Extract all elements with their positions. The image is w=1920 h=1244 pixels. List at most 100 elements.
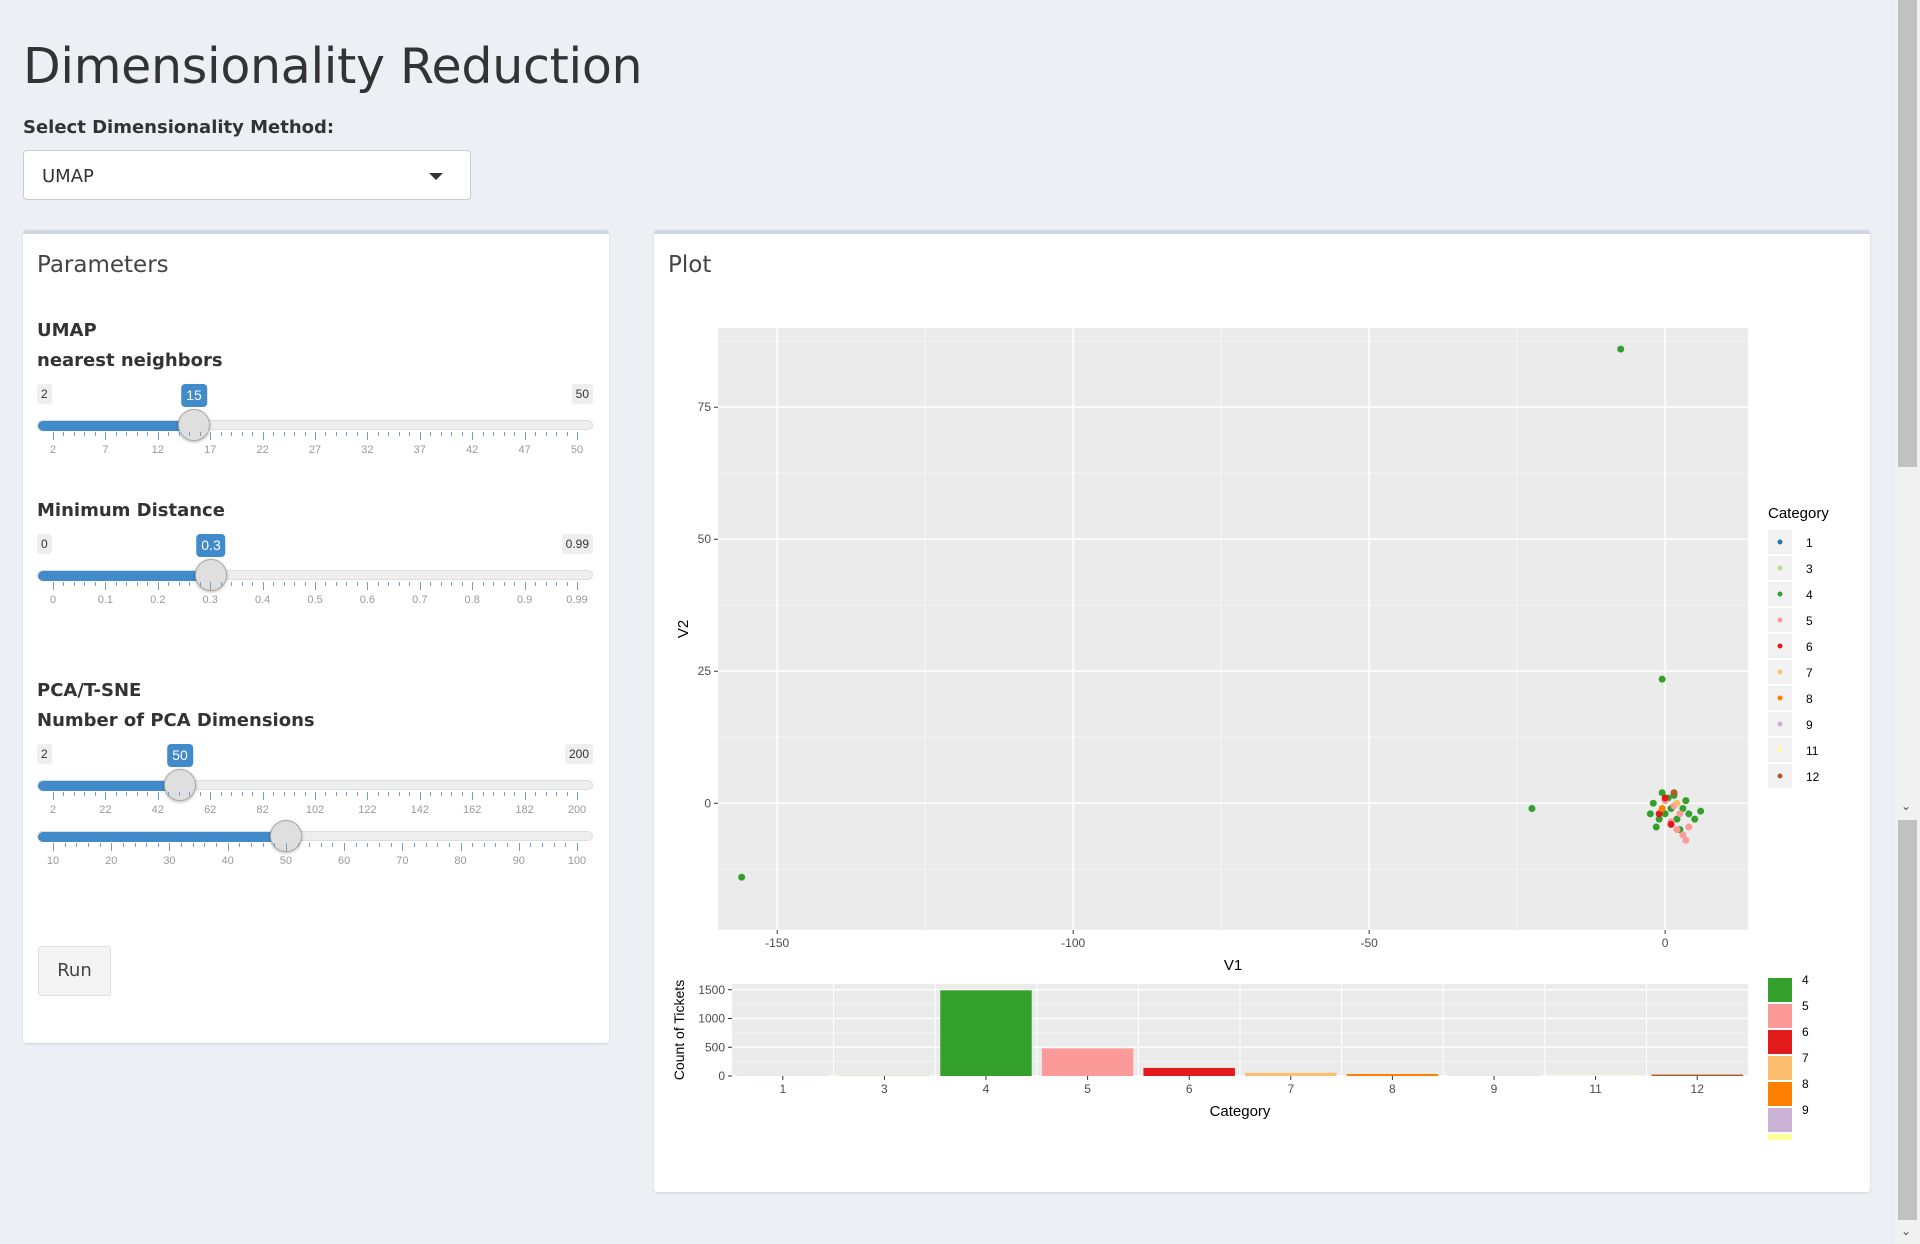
bar-legend-label: 7 xyxy=(1802,1051,1809,1065)
plot-panel: Plot -150 -100 -50 0 0 25 50 75 V1 V2 Category 1 3 4 5… xyxy=(654,230,1870,1192)
slider-handle[interactable] xyxy=(164,769,196,801)
slider-tick-label: 32 xyxy=(361,444,374,456)
slider-minor-tick xyxy=(168,432,170,436)
slider-tick-label: 2 xyxy=(49,804,57,816)
bar xyxy=(940,990,1032,1076)
legend-key xyxy=(1777,643,1783,649)
slider-handle[interactable] xyxy=(178,409,210,441)
slider-fill xyxy=(38,781,181,791)
slider-major-tick xyxy=(419,582,421,590)
bar-legend-key xyxy=(1768,1004,1792,1028)
slider-minor-tick xyxy=(388,582,390,586)
nearest-neighbors-slider[interactable]: 2 50 15 2 7 12 17 22 27 32 37 42 47 50 xyxy=(37,384,593,456)
bar-legend-key xyxy=(1768,1056,1792,1080)
legend-label: 4 xyxy=(1806,588,1813,602)
slider-minor-tick xyxy=(461,582,463,586)
slider-minor-tick xyxy=(483,843,485,847)
slider-minor-tick xyxy=(379,843,381,847)
pca-dims-slider[interactable]: 2 200 50 2 22 42 62 82 102 122 142 162 182 200 xyxy=(37,744,593,816)
scatter-point xyxy=(1652,823,1660,831)
scroll-bottom-arrow-icon[interactable]: ⌄ xyxy=(1901,1225,1911,1237)
slider-minor-tick xyxy=(178,432,180,436)
slider-major-tick xyxy=(105,792,107,800)
run-button[interactable]: Run xyxy=(38,946,111,996)
legend-key xyxy=(1777,539,1783,545)
slider-minor-tick xyxy=(250,843,252,847)
slider-tick-label: 0.7 xyxy=(412,594,428,606)
slider-major-tick xyxy=(227,843,229,851)
slider-major-tick xyxy=(315,432,316,440)
slider-minor-tick xyxy=(294,582,296,586)
slider-minor-tick xyxy=(377,792,379,796)
slider-minor-tick xyxy=(367,843,369,847)
slider-minor-tick xyxy=(325,792,327,796)
slider-tick-label: 0.6 xyxy=(359,594,376,606)
scatter-tick-label-x: 0 xyxy=(1662,936,1669,950)
slider-track[interactable] xyxy=(37,831,593,842)
slider-minor-tick xyxy=(413,843,415,847)
slider-minor-tick xyxy=(231,432,233,436)
slider-minor-tick xyxy=(274,843,276,847)
method-select[interactable]: UMAP xyxy=(23,150,471,200)
slider-minor-tick xyxy=(84,582,86,586)
slider-track[interactable] xyxy=(37,780,593,791)
scatter-point xyxy=(1685,810,1693,818)
slider-minor-tick xyxy=(495,843,497,847)
slider-min-label: 0 xyxy=(37,534,52,554)
slider-minor-tick xyxy=(73,582,75,586)
scroll-down-arrow-icon[interactable]: ⌄ xyxy=(1901,800,1911,812)
min-distance-slider[interactable]: 0 0.99 0.3 0 0.1 0.2 0.3 0.4 0.5 0.6 0.7 0.8 0.9 0… xyxy=(37,534,593,606)
slider-major-tick xyxy=(157,792,159,800)
slider-major-tick xyxy=(53,432,54,440)
plot-svg: -150 -100 -50 00255075V1V2Category134567891… xyxy=(671,328,1829,1140)
slider-minor-tick xyxy=(530,843,532,847)
slider-major-tick xyxy=(169,843,171,851)
slider-major-tick xyxy=(111,843,113,851)
scatter-point xyxy=(1673,826,1681,834)
scatter-point xyxy=(1528,805,1536,813)
slider-minor-tick xyxy=(63,792,65,796)
slider-major-tick xyxy=(157,582,159,590)
slider-minor-tick xyxy=(377,582,379,586)
scatter-x-axis-label: V1 xyxy=(1224,957,1242,974)
page-scrollbar[interactable]: ⌄ ⌄ xyxy=(1895,0,1920,1244)
scatter-tick-label-y: 50 xyxy=(698,532,712,546)
page-title: Dimensionality Reduction xyxy=(23,38,643,95)
slider-major-tick xyxy=(210,792,212,800)
slider-minor-tick xyxy=(493,792,495,796)
slider-major-tick xyxy=(524,582,526,590)
bar-tick-label-y: 500 xyxy=(705,1040,725,1054)
scrollbar-thumb-lower[interactable] xyxy=(1898,820,1917,1220)
slider-major-tick xyxy=(210,582,212,590)
scatter-point xyxy=(1667,820,1675,828)
scatter-point xyxy=(1697,807,1705,815)
slider-major-tick xyxy=(518,843,520,851)
slider-tick-label: 50 xyxy=(570,444,584,456)
slider-minor-tick xyxy=(178,582,180,586)
slider-minor-tick xyxy=(503,792,505,796)
slider-minor-tick xyxy=(147,432,149,436)
slider-minor-tick xyxy=(356,582,358,586)
slider-minor-tick xyxy=(189,582,191,586)
slider-major-tick xyxy=(105,582,107,590)
slider-minor-tick xyxy=(556,582,558,586)
slider-minor-tick xyxy=(239,843,241,847)
legend-label: 11 xyxy=(1806,744,1819,758)
slider-major-tick xyxy=(524,432,526,440)
slider-tick-label: 0.2 xyxy=(150,594,166,606)
slider-minor-tick xyxy=(332,843,334,847)
perplexity-slider[interactable]: 10 20 30 40 50 60 70 80 90 100 xyxy=(37,819,593,874)
slider-minor-tick xyxy=(241,432,243,436)
slider-major-tick xyxy=(472,792,474,800)
slider-tick-label: 0.4 xyxy=(254,594,271,606)
slider-tick-label: 0 xyxy=(49,594,57,606)
slider-value-label: 50 xyxy=(167,744,193,767)
slider-minor-tick xyxy=(346,432,348,436)
scrollbar-thumb[interactable] xyxy=(1898,0,1917,467)
slider-track[interactable] xyxy=(37,420,593,431)
slider-minor-tick xyxy=(283,432,285,436)
slider-track[interactable] xyxy=(37,570,593,581)
slider-minor-tick xyxy=(346,792,348,796)
slider-minor-tick xyxy=(388,792,390,796)
slider-major-tick xyxy=(344,843,346,851)
